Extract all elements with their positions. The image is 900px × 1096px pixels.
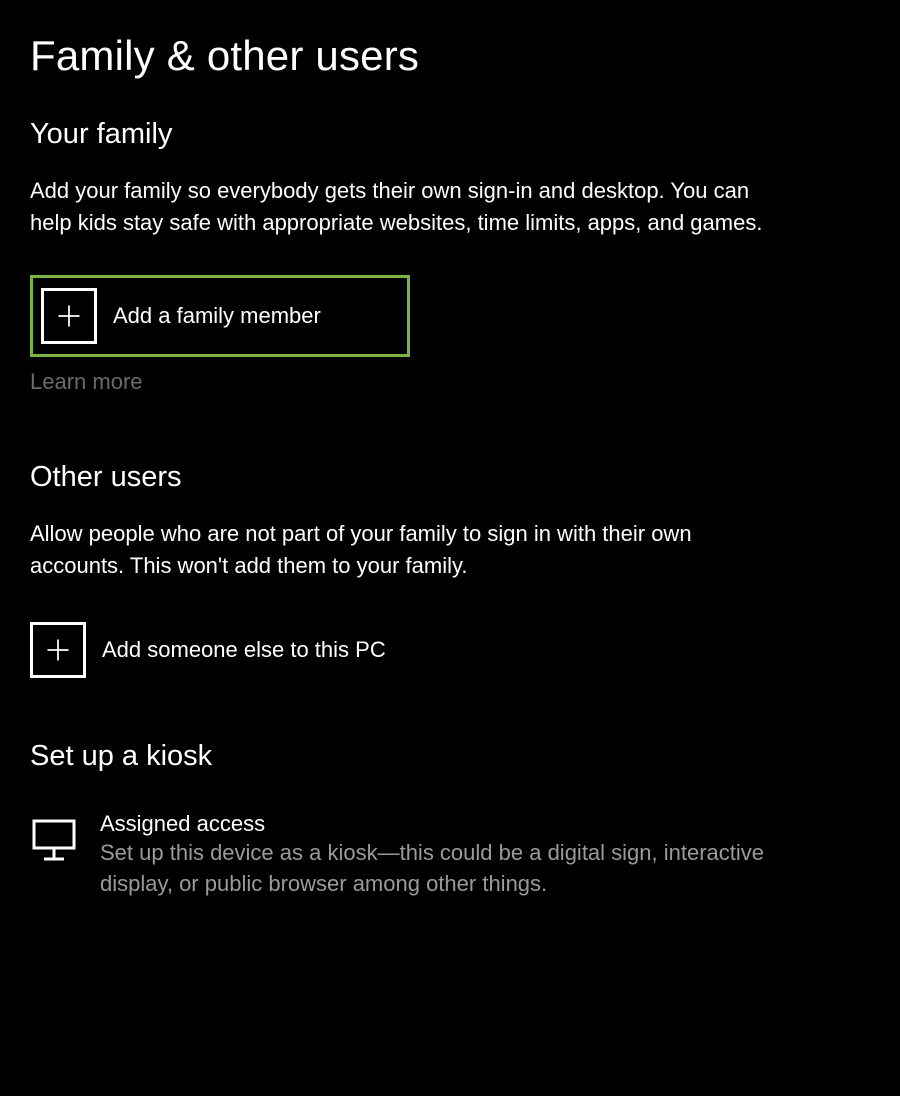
other-users-description: Allow people who are not part of your fa… <box>30 518 790 582</box>
monitor-icon <box>30 815 78 868</box>
assigned-access-title: Assigned access <box>100 811 780 837</box>
add-other-user-label: Add someone else to this PC <box>102 637 386 663</box>
add-family-member-label: Add a family member <box>113 303 321 329</box>
kiosk-heading: Set up a kiosk <box>30 740 870 773</box>
other-users-heading: Other users <box>30 461 870 494</box>
your-family-description: Add your family so everybody gets their … <box>30 175 790 239</box>
plus-icon <box>41 288 97 344</box>
your-family-heading: Your family <box>30 118 870 151</box>
add-family-highlight: Add a family member <box>30 275 410 357</box>
assigned-access-button[interactable]: Assigned access Set up this device as a … <box>30 811 870 901</box>
add-family-member-button[interactable]: Add a family member <box>41 288 397 344</box>
learn-more-link[interactable]: Learn more <box>30 369 870 395</box>
assigned-access-description: Set up this device as a kiosk—this could… <box>100 837 780 901</box>
page-title: Family & other users <box>30 32 870 80</box>
add-other-user-button[interactable]: Add someone else to this PC <box>30 622 870 678</box>
plus-icon <box>30 622 86 678</box>
